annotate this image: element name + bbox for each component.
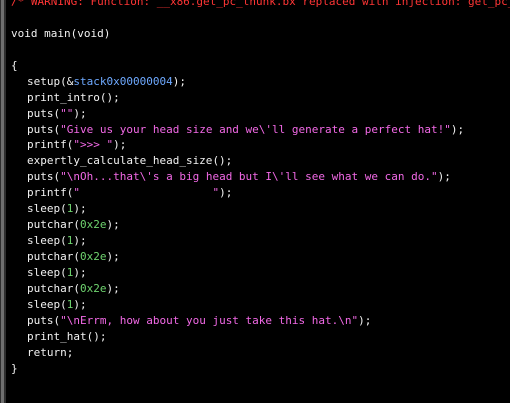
numeric-literal: 0x2e xyxy=(79,281,107,295)
variable-reference[interactable]: stack0x00000004 xyxy=(73,75,172,88)
code-line: sleep(1); xyxy=(11,201,510,217)
close-paren: ); xyxy=(358,313,372,327)
warning-comment: /* WARNING: Function: __x86.get_pc_thunk… xyxy=(11,0,510,10)
open-paren: ( xyxy=(60,297,67,311)
function-call-name[interactable]: putchar xyxy=(27,282,73,295)
close-paren: ); xyxy=(73,106,87,120)
open-paren: ( xyxy=(60,202,67,216)
return-type: void xyxy=(11,26,38,40)
open-paren: ( xyxy=(73,250,80,263)
function-body: setup(&stack0x00000004); print_intro(); pu… xyxy=(11,74,510,361)
function-call-name[interactable]: print_intro xyxy=(27,91,100,104)
code-line: return; xyxy=(11,345,510,361)
close-paren: ); xyxy=(106,281,120,295)
close-paren: ); xyxy=(172,74,186,88)
close-paren: ); xyxy=(73,297,87,311)
function-name[interactable]: main xyxy=(44,27,71,40)
close-paren: ); xyxy=(219,186,233,200)
function-call-name[interactable]: printf xyxy=(27,186,67,199)
code-line: putchar(0x2e); xyxy=(11,249,510,265)
function-call-name[interactable]: puts xyxy=(27,123,54,136)
close-paren: (); xyxy=(86,329,107,343)
open-paren: ( xyxy=(73,218,80,232)
return-keyword: return xyxy=(27,345,67,359)
close-brace: } xyxy=(11,361,510,377)
close-paren: ); xyxy=(73,202,87,216)
function-call-name[interactable]: expertly_calculate_head_size xyxy=(27,154,212,167)
function-signature: void main(void) xyxy=(11,26,510,42)
open-brace: { xyxy=(11,58,510,74)
open-paren: ( xyxy=(60,234,67,248)
close-paren: ); xyxy=(106,218,120,232)
open-brace-text: { xyxy=(11,58,18,72)
code-line: sleep(1); xyxy=(11,297,510,313)
decompiler-view: /* WARNING: Function: __x86.get_pc_thunk… xyxy=(0,0,510,403)
function-call-name[interactable]: puts xyxy=(27,314,54,327)
code-line: puts("Give us your head size and we\'ll … xyxy=(11,122,510,138)
string-literal: ">>> " xyxy=(73,138,114,152)
function-call-name[interactable]: puts xyxy=(27,107,54,120)
function-call-name[interactable]: puts xyxy=(27,170,54,183)
string-literal: "" xyxy=(60,106,74,120)
function-call-name[interactable]: setup xyxy=(27,75,60,88)
close-paren: ); xyxy=(113,138,127,152)
gutter-bar xyxy=(1,0,4,403)
string-literal: "Give us your head size and we\'ll gener… xyxy=(60,122,451,136)
code-line: putchar(0x2e); xyxy=(11,217,510,233)
code-line: puts("\nErrm, how about you just take th… xyxy=(11,313,510,329)
code-line: setup(&stack0x00000004); xyxy=(11,74,510,90)
code-line: sleep(1); xyxy=(11,233,510,249)
close-paren: (); xyxy=(99,90,120,104)
numeric-literal: 0x2e xyxy=(79,250,107,263)
string-literal: "\nOh...that\'s a big head but I\'ll see… xyxy=(60,170,438,184)
function-call-name[interactable]: sleep xyxy=(27,234,60,247)
function-call-name[interactable]: sleep xyxy=(27,202,60,215)
code-line: print_intro(); xyxy=(11,90,510,106)
code-line: puts("\nOh...that\'s a big head but I\'l… xyxy=(11,169,510,185)
warning-comment-text: /* WARNING: Function: __x86.get_pc_thunk… xyxy=(11,0,510,8)
editor-gutter xyxy=(0,0,6,403)
close-paren: ; xyxy=(66,345,74,359)
numeric-literal: 0x2e xyxy=(79,218,107,232)
function-call-name[interactable]: print_hat xyxy=(27,330,87,343)
code-listing[interactable]: /* WARNING: Function: __x86.get_pc_thunk… xyxy=(11,0,510,377)
close-paren: ); xyxy=(73,234,87,248)
function-call-name[interactable]: sleep xyxy=(27,266,60,279)
close-brace-text: } xyxy=(11,361,18,375)
code-line: printf(">>> "); xyxy=(11,137,510,153)
close-paren: ); xyxy=(106,250,120,263)
code-line: expertly_calculate_head_size(); xyxy=(11,153,510,169)
function-call-name[interactable]: putchar xyxy=(27,250,73,263)
function-call-name[interactable]: putchar xyxy=(27,218,73,231)
function-call-name[interactable]: printf xyxy=(27,138,67,151)
string-literal: " " xyxy=(73,186,220,200)
code-line: printf(" "); xyxy=(11,185,510,201)
function-call-name[interactable]: sleep xyxy=(27,298,60,311)
open-paren: ( xyxy=(73,281,80,295)
close-paren: ); xyxy=(73,265,87,279)
open-paren: ( xyxy=(60,265,67,279)
open-paren: (& xyxy=(60,74,74,88)
code-line: sleep(1); xyxy=(11,265,510,281)
function-params: (void) xyxy=(70,26,111,40)
close-paren: (); xyxy=(212,154,233,168)
code-line: puts(""); xyxy=(11,106,510,122)
string-literal: "\nErrm, how about you just take this ha… xyxy=(60,313,359,327)
close-paren: ); xyxy=(437,170,451,184)
code-line: print_hat(); xyxy=(11,329,510,345)
close-paren: ); xyxy=(450,122,465,136)
code-line: putchar(0x2e); xyxy=(11,281,510,297)
